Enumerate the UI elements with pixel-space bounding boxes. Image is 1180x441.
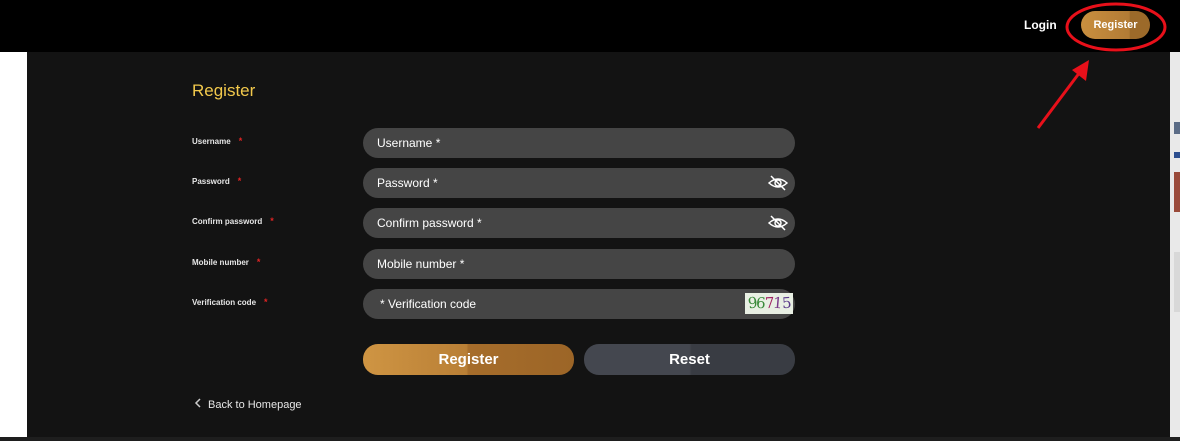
required-marker: * — [264, 297, 268, 307]
mobile-number-input[interactable] — [363, 249, 795, 279]
verification-code-label-text: Verification code — [192, 298, 257, 307]
login-link[interactable]: Login — [1024, 18, 1057, 32]
header-register-button[interactable]: Register — [1081, 11, 1150, 39]
bottom-edge — [0, 437, 1180, 441]
register-panel — [27, 52, 1170, 437]
page-background — [0, 52, 27, 441]
mobile-number-label: Mobile number * — [192, 257, 260, 267]
verification-code-input[interactable] — [363, 289, 795, 319]
required-marker: * — [270, 216, 274, 226]
required-marker: * — [237, 176, 242, 186]
captcha-image[interactable]: 96715 — [745, 293, 793, 314]
confirm-password-label-text: Confirm password — [192, 217, 263, 226]
eye-off-icon[interactable] — [767, 175, 789, 191]
top-navigation-bar: Login Register — [0, 0, 1180, 52]
confirm-password-label: Confirm password * — [192, 216, 274, 226]
back-to-homepage-label: Back to Homepage — [208, 399, 302, 411]
chevron-left-icon — [194, 398, 201, 408]
mobile-number-label-text: Mobile number — [192, 258, 249, 267]
password-label: Password * — [192, 176, 241, 186]
username-input[interactable] — [363, 128, 795, 158]
background-window-edge — [1170, 52, 1180, 441]
verification-code-label: Verification code * — [192, 297, 268, 307]
required-marker: * — [238, 136, 243, 146]
register-submit-button[interactable]: Register — [363, 344, 574, 375]
back-to-homepage-link[interactable]: Back to Homepage — [192, 398, 302, 411]
password-input[interactable] — [363, 168, 795, 198]
reset-button[interactable]: Reset — [584, 344, 795, 375]
password-label-text: Password — [192, 177, 230, 186]
username-label-text: Username — [192, 137, 231, 146]
username-label: Username * — [192, 136, 242, 146]
page-title: Register — [192, 81, 256, 100]
required-marker: * — [256, 257, 261, 267]
confirm-password-input[interactable] — [363, 208, 795, 238]
captcha-char: 5 — [781, 293, 791, 313]
eye-off-icon[interactable] — [767, 215, 789, 231]
